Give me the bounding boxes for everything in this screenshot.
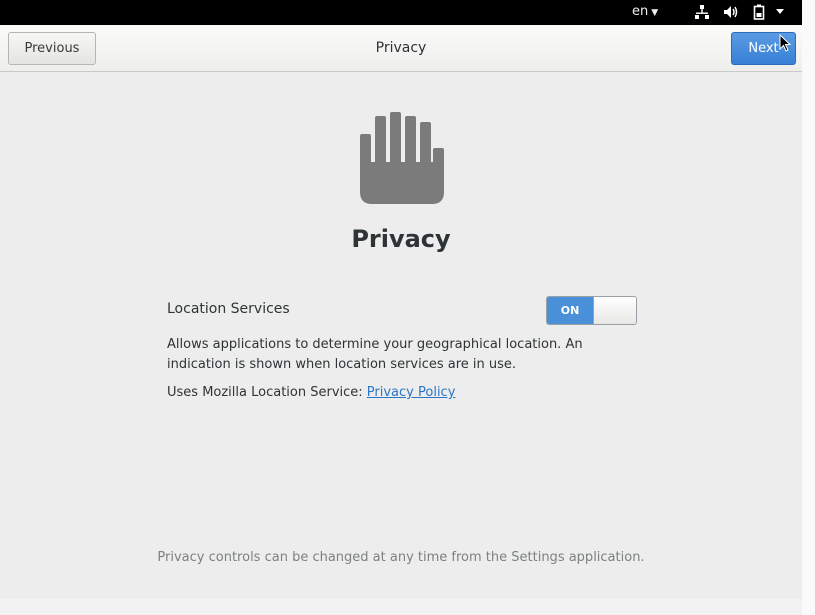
chevron-down-icon: ▼ bbox=[651, 8, 659, 18]
battery-icon[interactable] bbox=[751, 4, 767, 20]
header-title: Privacy bbox=[375, 40, 427, 56]
hand-icon bbox=[360, 112, 444, 204]
language-label: en bbox=[632, 4, 649, 19]
toggle-on-label: ON bbox=[547, 297, 593, 324]
volume-icon[interactable] bbox=[722, 4, 738, 20]
location-service-info: Uses Mozilla Location Service: Privacy P… bbox=[167, 385, 455, 400]
uses-text: Uses Mozilla Location Service: bbox=[167, 385, 367, 400]
header-bar: Previous Privacy Next bbox=[0, 25, 802, 72]
privacy-policy-link[interactable]: Privacy Policy bbox=[367, 385, 456, 400]
mouse-pointer-icon bbox=[779, 34, 791, 52]
page-title: Privacy bbox=[351, 225, 451, 253]
chevron-down-icon[interactable] bbox=[775, 6, 785, 16]
top-bar: en ▼ bbox=[0, 0, 802, 25]
location-services-toggle[interactable]: ON bbox=[546, 296, 637, 325]
footer-note: Privacy controls can be changed at any t… bbox=[157, 550, 645, 565]
location-services-description: Allows applications to determine your ge… bbox=[167, 337, 583, 372]
network-icon[interactable] bbox=[694, 4, 710, 20]
location-services-label: Location Services bbox=[167, 301, 290, 317]
language-menu[interactable]: en ▼ bbox=[632, 4, 658, 19]
toggle-knob[interactable] bbox=[593, 297, 636, 324]
window-edge bbox=[802, 0, 815, 615]
